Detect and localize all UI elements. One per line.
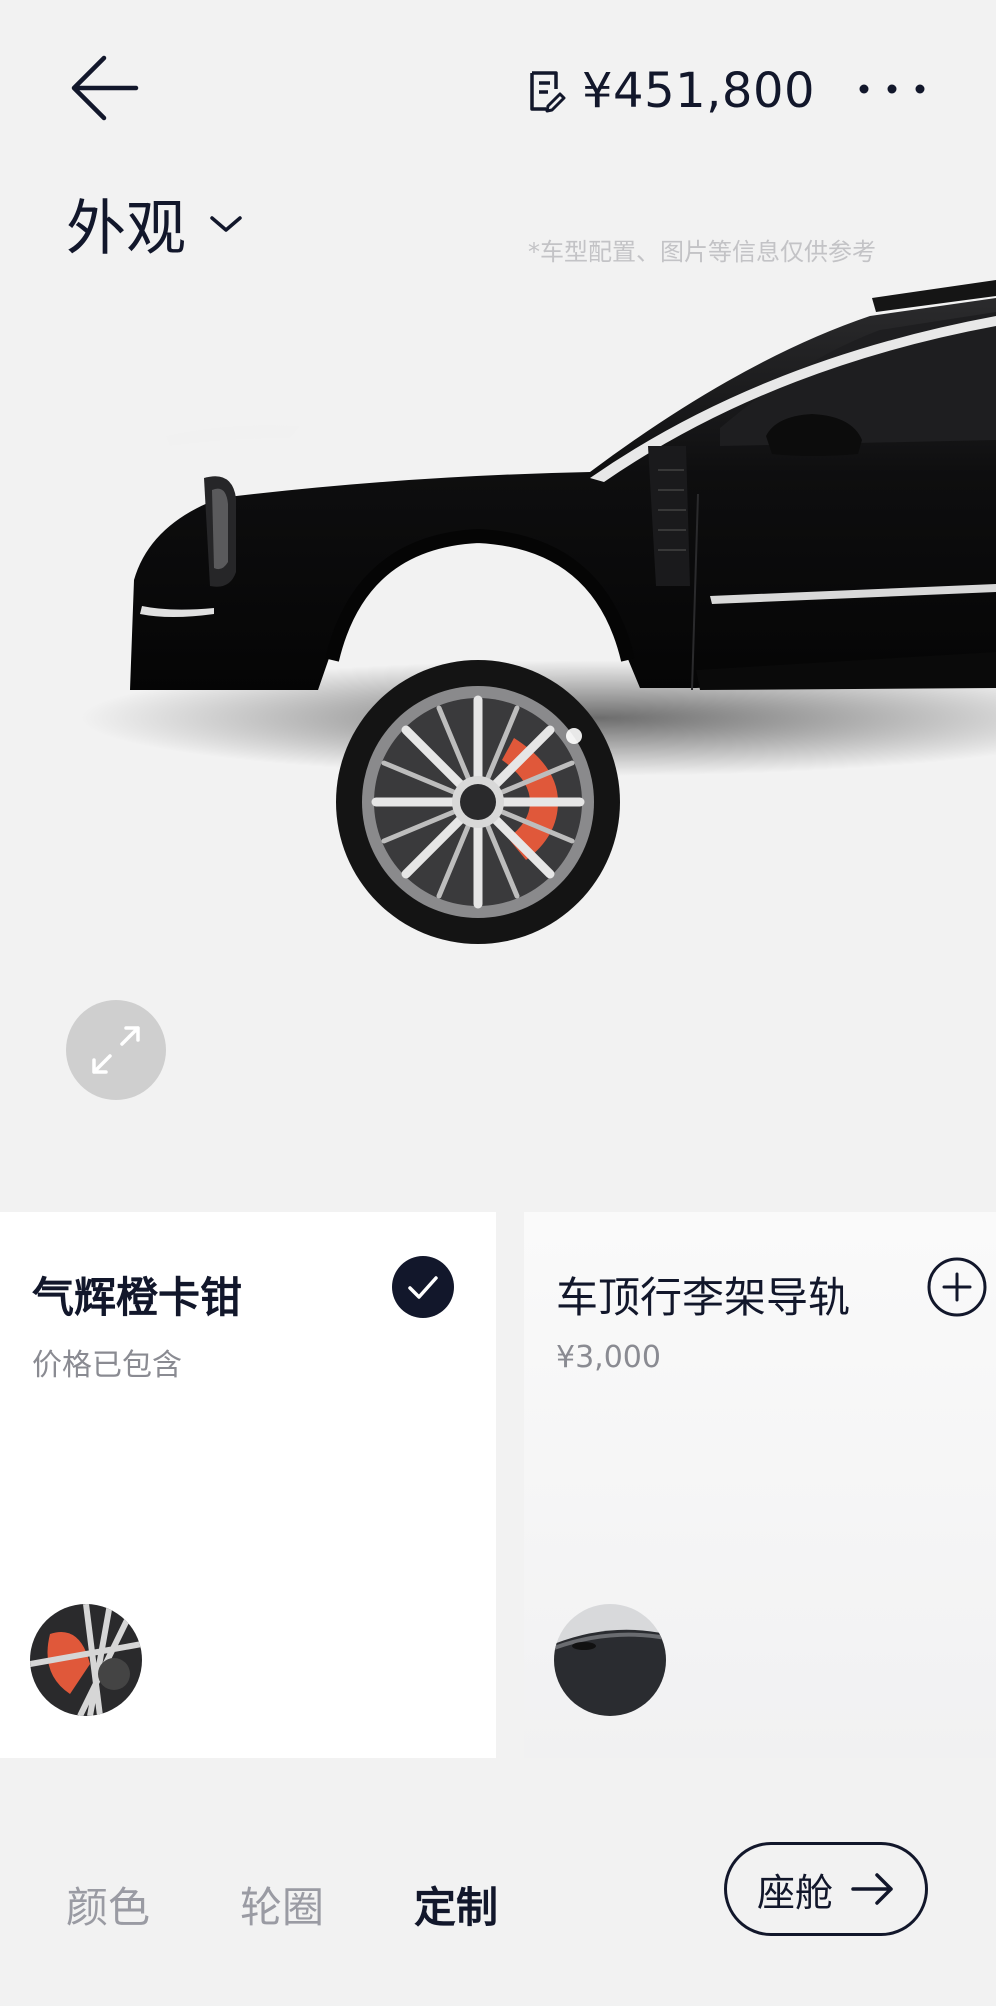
car-exterior-image: [80, 280, 996, 944]
caliper-thumbnail: [30, 1604, 142, 1716]
back-arrow-icon[interactable]: [66, 50, 146, 130]
expand-icon: [92, 1026, 140, 1074]
selected-check-icon[interactable]: [392, 1256, 454, 1318]
option-cards: 气辉橙卡钳 价格已包含 车顶行李架导轨 ¥3,000: [0, 1212, 996, 1758]
tab-color[interactable]: 颜色: [66, 1874, 150, 1935]
next-button-label: 座舱: [756, 1870, 833, 1915]
tab-wheels[interactable]: 轮圈: [240, 1874, 324, 1935]
price-summary[interactable]: ¥451,800: [528, 56, 815, 126]
total-price: ¥451,800: [582, 63, 816, 119]
fullscreen-button[interactable]: [66, 1000, 166, 1100]
next-cabin-button[interactable]: 座舱: [724, 1842, 928, 1936]
add-option-icon[interactable]: [926, 1256, 988, 1318]
option-price: 价格已包含: [32, 1348, 182, 1383]
roof-rail-thumbnail: [554, 1604, 666, 1716]
arrow-right-icon: [851, 1873, 893, 1905]
chevron-down-icon: [210, 215, 242, 232]
bottom-nav: 颜色 轮圈 定制 座舱: [0, 1758, 996, 2006]
more-options-icon[interactable]: [856, 64, 936, 114]
option-title: 气辉橙卡钳: [32, 1273, 243, 1322]
option-card-caliper[interactable]: 气辉橙卡钳 价格已包含: [0, 1212, 496, 1758]
receipt-icon: [530, 71, 566, 113]
top-bar: ¥451,800: [0, 0, 996, 180]
option-card-roof-rail[interactable]: 车顶行李架导轨 ¥3,000: [524, 1212, 996, 1758]
option-title: 车顶行李架导轨: [556, 1273, 851, 1322]
option-price: ¥3,000: [556, 1340, 661, 1375]
tab-custom[interactable]: 定制: [414, 1874, 498, 1935]
